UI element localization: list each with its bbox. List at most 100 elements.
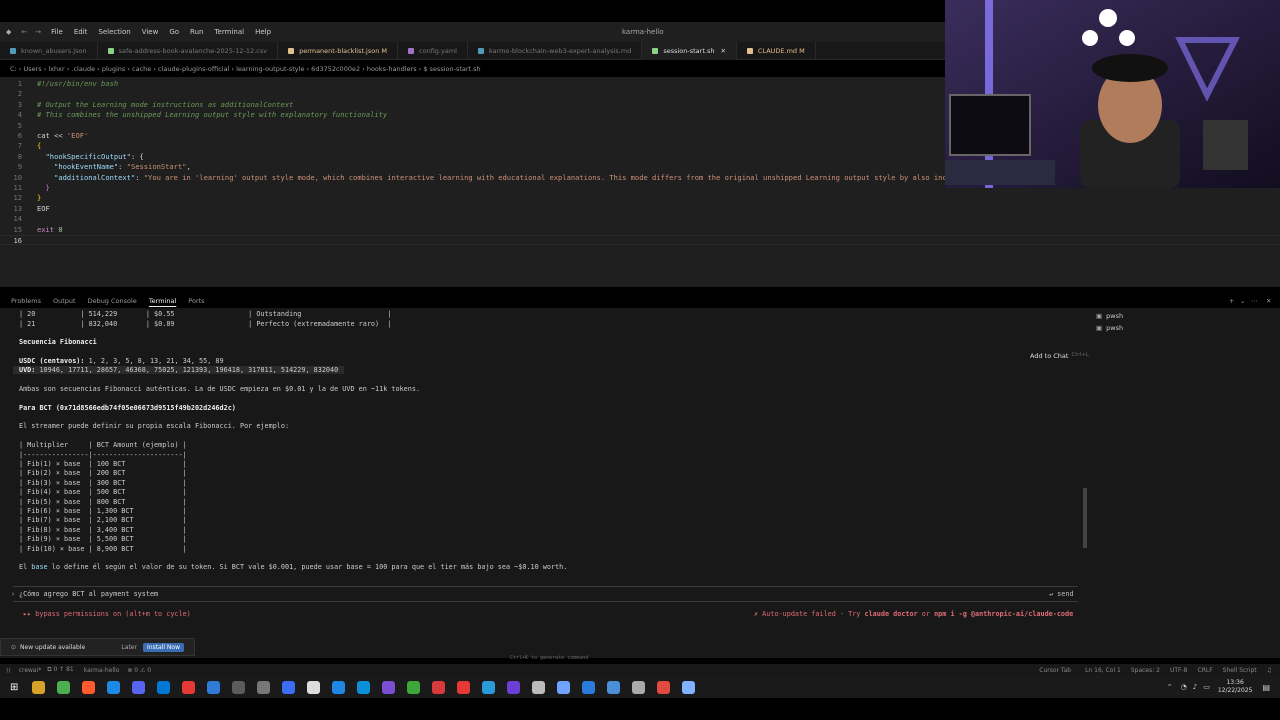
taskbar-app-icon[interactable] bbox=[157, 680, 171, 694]
taskbar-app-icon[interactable] bbox=[357, 680, 371, 694]
taskbar: ⊞ ⌃ ◔ ♪ ▭ 13:36 12/22/2025 ▤ bbox=[0, 676, 1280, 698]
windows-start-icon[interactable]: ⊞ bbox=[10, 682, 18, 693]
json-file-icon bbox=[10, 48, 16, 54]
tab-claude-md[interactable]: CLAUDE.md M bbox=[737, 42, 816, 60]
tray-chevron-icon[interactable]: ⌃ bbox=[1167, 683, 1173, 691]
tab-known-abusers[interactable]: known_abusers.json bbox=[0, 42, 98, 60]
taskbar-app-icon[interactable] bbox=[257, 680, 271, 694]
menu-selection[interactable]: Selection bbox=[98, 28, 130, 36]
tab-session-start[interactable]: session-start.sh ✕ bbox=[642, 42, 737, 60]
remote-icon[interactable]: ⟩⟨ bbox=[6, 667, 11, 674]
taskbar-app-icon[interactable] bbox=[657, 680, 671, 694]
status-spaces[interactable]: Spaces: 2 bbox=[1131, 667, 1160, 674]
terminal[interactable]: | 20 | 514,229 | $0.55 | Outstanding | |… bbox=[0, 308, 1090, 661]
json-file-icon bbox=[288, 48, 295, 54]
tab-safe-address-book[interactable]: safe-address-book-avalanche-2025-12-12.c… bbox=[98, 42, 279, 60]
status-language[interactable]: Shell Script bbox=[1223, 667, 1257, 674]
tab-permanent-blacklist[interactable]: permanent-blacklist.json M bbox=[278, 42, 399, 60]
table-row: | Fib(2) × base | 200 BCT | bbox=[19, 469, 187, 478]
status-position[interactable]: Ln 16, Col 1 bbox=[1085, 667, 1121, 674]
taskbar-app-icon[interactable] bbox=[132, 680, 146, 694]
terminal-text: El base lo define él según el valor de s… bbox=[19, 563, 568, 571]
menu-terminal[interactable]: Terminal bbox=[214, 28, 244, 36]
status-cursor-tab[interactable]: Cursor Tab bbox=[1039, 667, 1071, 674]
tab-karmo-analysis[interactable]: karmo-blockchain-web3-expert-analysis.md bbox=[468, 42, 643, 60]
table-row: | Fib(1) × base | 100 BCT | bbox=[19, 460, 187, 468]
tab-config-yaml[interactable]: config.yaml bbox=[398, 42, 468, 60]
terminal-list-item[interactable]: ▣ pwsh bbox=[1096, 312, 1123, 320]
taskbar-app-icon[interactable] bbox=[482, 680, 496, 694]
taskbar-app-icon[interactable] bbox=[307, 680, 321, 694]
taskbar-app-icon[interactable] bbox=[82, 680, 96, 694]
menu-edit[interactable]: Edit bbox=[74, 28, 88, 36]
terminal-list-item[interactable]: ▣ pwsh bbox=[1096, 324, 1123, 332]
battery-icon[interactable]: ▭ bbox=[1203, 683, 1210, 691]
tab-ports[interactable]: Ports bbox=[188, 297, 204, 305]
later-button[interactable]: Later bbox=[121, 644, 137, 651]
more-icon[interactable]: ⋯ bbox=[1251, 297, 1258, 305]
add-to-chat-button[interactable]: Add to Chat Ctrl+L bbox=[1030, 352, 1089, 360]
taskbar-app-icon[interactable] bbox=[682, 680, 696, 694]
taskbar-app-icon[interactable] bbox=[232, 680, 246, 694]
status-encoding[interactable]: UTF-8 bbox=[1170, 667, 1188, 674]
markdown-file-icon bbox=[746, 48, 753, 54]
tab-debug-console[interactable]: Debug Console bbox=[88, 297, 137, 305]
taskbar-app-icon[interactable] bbox=[432, 680, 446, 694]
menu-go[interactable]: Go bbox=[169, 28, 179, 36]
tab-output[interactable]: Output bbox=[53, 297, 76, 305]
taskbar-apps bbox=[26, 680, 701, 694]
scrollbar[interactable] bbox=[1083, 488, 1087, 548]
taskbar-app-icon[interactable] bbox=[182, 680, 196, 694]
menu-file[interactable]: File bbox=[51, 28, 63, 36]
close-panel-icon[interactable]: ✕ bbox=[1266, 297, 1271, 305]
taskbar-app-icon[interactable] bbox=[607, 680, 621, 694]
yaml-file-icon bbox=[408, 48, 415, 54]
code-line-8: "hookSpecificOutput": { bbox=[37, 151, 144, 161]
menu-view[interactable]: View bbox=[142, 28, 159, 36]
back-arrow-icon[interactable]: ← bbox=[21, 28, 27, 36]
close-icon[interactable]: ✕ bbox=[720, 47, 725, 55]
table-row: | Fib(6) × base | 1,300 BCT | bbox=[19, 507, 187, 515]
tab-problems[interactable]: Problems bbox=[11, 297, 41, 305]
bell-icon[interactable]: ♫ bbox=[1267, 667, 1272, 674]
wifi-icon[interactable]: ◔ bbox=[1181, 683, 1187, 691]
forward-arrow-icon[interactable]: → bbox=[35, 28, 41, 36]
taskbar-app-icon[interactable] bbox=[382, 680, 396, 694]
status-eol[interactable]: CRLF bbox=[1198, 667, 1213, 674]
taskbar-app-icon[interactable] bbox=[557, 680, 571, 694]
prompt-input[interactable]: ¿Cómo agrego BCT al payment system bbox=[19, 590, 158, 598]
taskbar-app-icon[interactable] bbox=[457, 680, 471, 694]
status-branch[interactable]: crewai* bbox=[19, 667, 42, 674]
clock[interactable]: 13:36 12/22/2025 bbox=[1218, 679, 1253, 695]
taskbar-app-icon[interactable] bbox=[282, 680, 296, 694]
volume-icon[interactable]: ♪ bbox=[1193, 683, 1197, 691]
taskbar-app-icon[interactable] bbox=[532, 680, 546, 694]
shell-file-icon bbox=[652, 48, 659, 54]
status-problems[interactable]: ⊗ 0 ⚠ 0 bbox=[127, 667, 151, 674]
menu-help[interactable]: Help bbox=[255, 28, 271, 36]
menu-run[interactable]: Run bbox=[190, 28, 203, 36]
code-line-11: } bbox=[37, 183, 50, 192]
taskbar-app-icon[interactable] bbox=[407, 680, 421, 694]
taskbar-app-icon[interactable] bbox=[207, 680, 221, 694]
table-row: | 20 | 514,229 | $0.55 | Outstanding | bbox=[19, 310, 392, 318]
taskbar-app-icon[interactable] bbox=[507, 680, 521, 694]
status-bar: ⟩⟨ crewai* ⧉ 0 ↑ 81 karma-hello ⊗ 0 ⚠ 0 … bbox=[0, 664, 1280, 676]
chevron-down-icon[interactable]: ⌄ bbox=[1240, 297, 1245, 305]
new-terminal-icon[interactable]: + bbox=[1229, 297, 1234, 305]
status-workspace[interactable]: karma-hello bbox=[84, 667, 120, 674]
code-line-10: "additionalContext": "You are in 'learni… bbox=[37, 172, 960, 182]
taskbar-app-icon[interactable] bbox=[107, 680, 121, 694]
prompt-box[interactable]: › ¿Cómo agrego BCT al payment system ↵ s… bbox=[11, 586, 1078, 602]
table-row: | Fib(3) × base | 300 BCT | bbox=[19, 478, 187, 487]
tab-terminal[interactable]: Terminal bbox=[149, 297, 176, 305]
taskbar-app-icon[interactable] bbox=[332, 680, 346, 694]
notification-icon[interactable]: ▤ bbox=[1262, 683, 1270, 692]
install-now-button[interactable]: Install Now bbox=[142, 642, 184, 652]
status-sync[interactable]: ⧉ 0 ↑ 81 bbox=[47, 666, 74, 674]
taskbar-app-icon[interactable] bbox=[582, 680, 596, 694]
taskbar-app-icon[interactable] bbox=[32, 680, 46, 694]
taskbar-app-icon[interactable] bbox=[632, 680, 646, 694]
send-hint[interactable]: ↵ send bbox=[1049, 590, 1074, 598]
taskbar-app-icon[interactable] bbox=[57, 680, 71, 694]
